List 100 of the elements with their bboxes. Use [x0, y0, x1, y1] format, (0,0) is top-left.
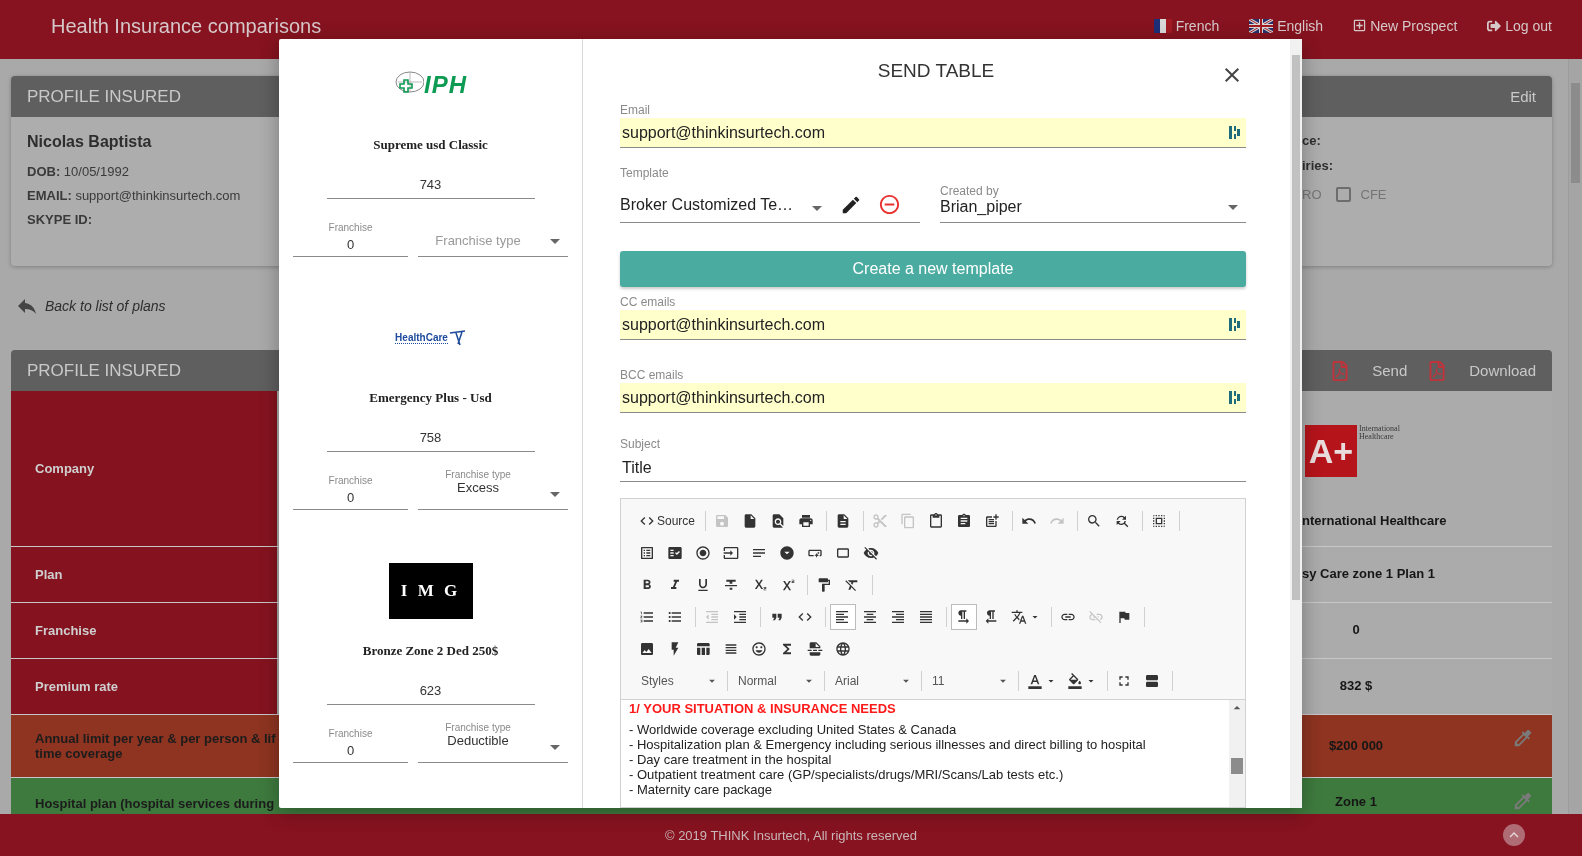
profile-field: SKYPE ID: [27, 212, 265, 227]
email-field[interactable]: support@thinkinsurtech.com [620, 118, 1246, 148]
table-cell-text: Zone 1 [1334, 794, 1378, 810]
password-manager-icon[interactable] [1229, 317, 1240, 332]
table-icon [695, 641, 711, 657]
option-field-icon [695, 545, 711, 561]
scroll-thumb[interactable] [1231, 758, 1243, 774]
franchise-type-select[interactable]: Franchise type Deductible [418, 725, 568, 763]
smiley-icon [751, 641, 767, 657]
password-manager-icon[interactable] [1229, 390, 1240, 405]
field-label: ce: [1302, 133, 1322, 148]
company-logo: IPH [394, 70, 467, 100]
content-heading: 1/ YOUR SITUATION & INSURANCE NEEDS [629, 701, 897, 716]
field-label: BCC emails [620, 368, 685, 382]
bcc-field[interactable]: support@thinkinsurtech.com [620, 383, 1246, 413]
nav-link[interactable]: French [1153, 17, 1220, 34]
align-left-icon [834, 609, 850, 625]
anchor-icon [1116, 609, 1132, 625]
subject-field[interactable]: Title [620, 454, 1246, 482]
back-link[interactable]: Back to list of plans [15, 294, 166, 319]
format-dropdown[interactable]: Normal [732, 669, 820, 693]
pdf-action-link[interactable]: Download [1427, 360, 1536, 381]
remove-format-icon [844, 577, 860, 593]
paste-text-icon [956, 513, 973, 529]
company-logo: I M G [388, 563, 473, 619]
table-cell-text: nternational Healthcare [1302, 513, 1448, 529]
template-select[interactable]: Template Broker Customized Te… [620, 166, 920, 223]
iframe-icon [835, 641, 851, 657]
caret-icon [550, 745, 560, 750]
indent-icon [732, 609, 748, 625]
table-cell-text: 832 $ [1338, 678, 1374, 694]
nav-link[interactable]: English [1249, 17, 1324, 34]
row-label-cell: Premium rate [11, 659, 277, 715]
copyright-text: © 2019 THINK Insurtech, All rights reserved [664, 827, 918, 843]
cut-icon [872, 513, 889, 529]
align-left-button[interactable] [830, 604, 856, 630]
edit-link[interactable]: Edit [1510, 88, 1536, 105]
row-label-cell: Franchise [11, 603, 277, 659]
dialog-scrollbar[interactable] [1290, 39, 1302, 808]
password-manager-icon[interactable] [1229, 125, 1240, 140]
scroll-top-button[interactable] [1503, 824, 1525, 846]
bulleted-list-icon [667, 609, 683, 625]
font-dropdown[interactable]: Arial [829, 669, 917, 693]
hidden-field-icon [863, 545, 879, 561]
franchise-field[interactable]: Franchise 0 [293, 219, 408, 257]
save-icon [714, 513, 731, 529]
source-button[interactable]: Source [635, 508, 700, 534]
remove-button[interactable] [878, 193, 901, 216]
row-label-cell: Company [11, 391, 277, 547]
flag-icon [1153, 18, 1172, 33]
franchise-type-select[interactable]: Franchise type Excess [418, 472, 568, 510]
field-label: CC emails [620, 295, 677, 309]
plan-name: Emergency Plus - Usd [369, 390, 492, 406]
size-dropdown[interactable]: 11 [926, 669, 1014, 693]
franchise-field[interactable]: Franchise 0 [293, 725, 408, 763]
profile-field: EMAIL: support@thinkinsurtech.com [27, 188, 265, 203]
table-cell-text: sy Care zone 1 Plan 1 [1302, 566, 1436, 582]
left-to-right-button[interactable] [951, 604, 977, 630]
copy-icon [900, 513, 917, 529]
pdf-icon [1427, 360, 1448, 381]
card-title: PROFILE INSURED [27, 360, 181, 381]
background-color-icon [1067, 673, 1083, 689]
page-scrollbar[interactable] [1568, 59, 1582, 814]
cc-field[interactable]: support@thinkinsurtech.com [620, 310, 1246, 340]
yes-no-field-icon [667, 545, 683, 561]
table-cell-text: 0 [1351, 622, 1361, 638]
field-label: Email [620, 103, 651, 117]
price-field[interactable]: 743 [326, 171, 535, 199]
paste-word-icon [984, 513, 1001, 529]
flag-icon [1249, 18, 1274, 33]
pdf-action-link[interactable]: Send [1330, 360, 1408, 381]
caret-icon [550, 492, 560, 497]
copy-format-icon [816, 577, 832, 593]
nav-link[interactable]: Log out [1487, 17, 1552, 34]
caret-icon [812, 206, 822, 211]
option-label: CFE [1360, 187, 1387, 202]
franchise-field[interactable]: Franchise 0 [293, 472, 408, 510]
plan-name: Bronze Zone 2 Ded 250$ [362, 643, 499, 659]
page-break-icon [807, 641, 823, 657]
field-label: iries: [1302, 158, 1335, 173]
created-by-select[interactable]: Created by Brian_piper [940, 166, 1246, 223]
card-title: PROFILE INSURED [27, 86, 181, 107]
image-button-icon [835, 545, 851, 561]
dialog-title: SEND TABLE [877, 60, 995, 82]
underline-icon [695, 577, 711, 593]
price-field[interactable]: 758 [326, 424, 535, 452]
nav-link[interactable]: New Prospect [1353, 17, 1458, 34]
content-line: - Outpatient treatment care (GP/specialists/drugs/MRI/Scans/Lab tests etc.) [629, 767, 1065, 782]
price-field[interactable]: 623 [326, 677, 535, 705]
checkbox[interactable] [1335, 187, 1351, 202]
show-blocks-icon [1144, 673, 1160, 689]
caret-icon [550, 239, 560, 244]
text-color-icon [1027, 673, 1043, 689]
insured-name: Nicolas Baptista [27, 133, 153, 151]
profile-field: DOB: 10/05/1992 [27, 164, 265, 179]
styles-dropdown[interactable]: Styles [635, 669, 723, 693]
numbered-list-icon [639, 609, 655, 625]
company-logo: A+ International Healthcare [1305, 425, 1552, 478]
editor-scrollbar[interactable] [1229, 700, 1245, 807]
company-logo: HealthCare [395, 329, 466, 347]
